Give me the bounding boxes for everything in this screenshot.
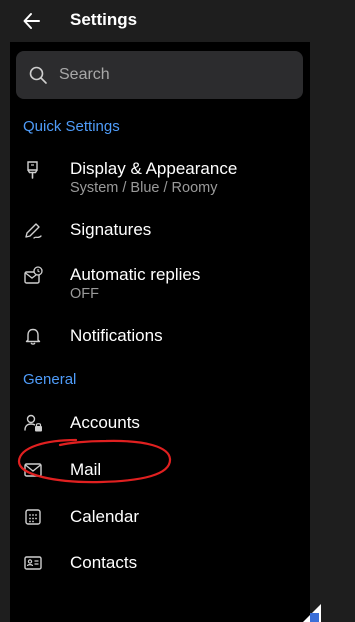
settings-item-contacts[interactable]: Contacts bbox=[10, 540, 310, 586]
top-app-bar: Settings bbox=[0, 0, 355, 42]
settings-item-label: Accounts bbox=[70, 413, 140, 432]
search-bar[interactable] bbox=[16, 51, 303, 99]
resize-corner-icon[interactable] bbox=[301, 604, 321, 622]
bell-icon bbox=[25, 328, 41, 345]
signature-icon bbox=[25, 223, 42, 239]
search-icon bbox=[29, 66, 47, 84]
settings-screen: Settings Quick Settings Display & Appear… bbox=[0, 0, 355, 622]
settings-item-accounts[interactable]: Accounts bbox=[10, 400, 310, 446]
right-gutter bbox=[310, 42, 355, 622]
settings-item-automatic-replies[interactable]: Automatic replies OFF bbox=[10, 260, 310, 306]
back-arrow-icon bbox=[23, 13, 40, 29]
calendar-icon bbox=[25, 509, 41, 525]
mail-icon bbox=[24, 463, 42, 477]
section-header-quick-settings: Quick Settings bbox=[23, 118, 120, 135]
settings-item-label: Notifications bbox=[70, 326, 163, 345]
back-button[interactable] bbox=[18, 7, 46, 35]
contacts-icon bbox=[24, 556, 42, 570]
settings-item-label: Calendar bbox=[70, 507, 139, 526]
accounts-icon bbox=[24, 414, 42, 432]
settings-item-sublabel: OFF bbox=[70, 286, 99, 302]
settings-item-label: Display & Appearance bbox=[70, 159, 238, 178]
page-title: Settings bbox=[70, 10, 138, 29]
settings-item-label: Mail bbox=[70, 460, 102, 479]
search-input[interactable] bbox=[59, 51, 289, 99]
settings-item-mail[interactable]: Mail bbox=[10, 447, 310, 493]
display-icon bbox=[27, 161, 38, 179]
settings-item-notifications[interactable]: Notifications bbox=[10, 314, 310, 360]
settings-item-sublabel: System / Blue / Roomy bbox=[70, 180, 218, 196]
settings-item-label: Contacts bbox=[70, 553, 138, 572]
settings-panel: Quick Settings Display & Appearance Syst… bbox=[10, 42, 321, 622]
settings-item-label: Automatic replies bbox=[70, 265, 201, 284]
settings-item-signatures[interactable]: Signatures bbox=[10, 208, 310, 254]
auto-reply-icon bbox=[24, 266, 43, 284]
settings-item-display-appearance[interactable]: Display & Appearance System / Blue / Roo… bbox=[10, 154, 310, 200]
settings-item-calendar[interactable]: Calendar bbox=[10, 494, 310, 540]
section-header-general: General bbox=[23, 371, 77, 388]
settings-item-label: Signatures bbox=[70, 220, 152, 239]
